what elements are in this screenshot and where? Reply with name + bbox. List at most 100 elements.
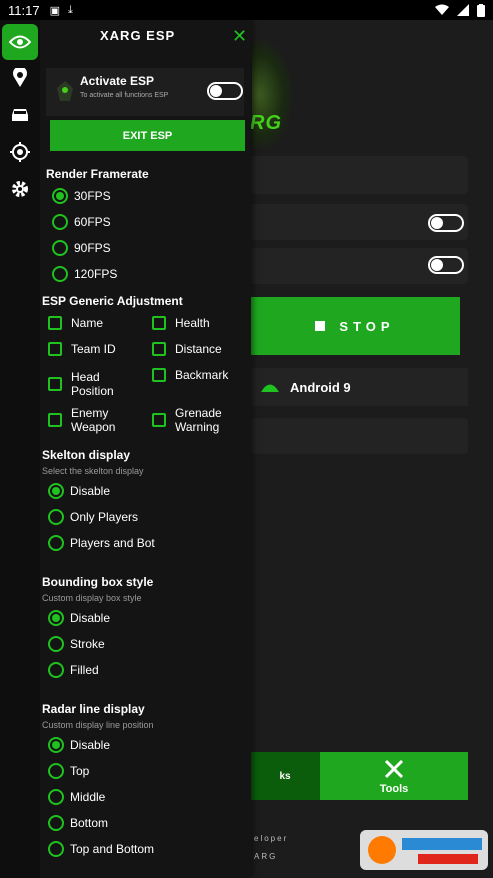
watermark-logo xyxy=(360,830,488,870)
bbox-option-filled[interactable]: Filled xyxy=(48,662,99,678)
radar-option-top-and-bottom[interactable]: Top and Bottom xyxy=(48,841,154,857)
checkbox-icon xyxy=(152,342,166,356)
option-label: Players and Bot xyxy=(70,536,155,550)
fps-option-120[interactable]: 120FPS xyxy=(52,266,117,282)
radar-option-middle[interactable]: Middle xyxy=(48,789,105,805)
rail-vehicle[interactable] xyxy=(2,97,38,133)
developer-label: eloper xyxy=(254,834,289,843)
signal-icon xyxy=(457,4,469,16)
background-toggle-2[interactable] xyxy=(428,256,464,274)
fps-option-90[interactable]: 90FPS xyxy=(52,240,111,256)
status-time: 11:17 xyxy=(8,2,40,18)
option-label: Top xyxy=(70,764,90,778)
checkbox-team-id[interactable]: Team ID xyxy=(48,342,116,356)
activate-card: Activate ESP To activate all functions E… xyxy=(46,68,244,116)
close-icon[interactable]: ✕ xyxy=(232,26,247,47)
checkbox-icon xyxy=(152,368,166,382)
radio-icon xyxy=(48,789,64,805)
checkbox-label: Team ID xyxy=(71,342,116,356)
wifi-icon xyxy=(435,4,449,15)
android-version-label: Android 9 xyxy=(290,379,351,395)
checkbox-label: Backmark xyxy=(175,368,229,382)
nav-tab-left-label: ks xyxy=(279,770,291,782)
generic-adjustment-title: ESP Generic Adjustment xyxy=(42,294,183,308)
stop-button[interactable]: STOP xyxy=(250,297,460,355)
esp-logo-icon xyxy=(57,81,73,101)
radar-line-subtitle: Custom display line position xyxy=(42,720,154,730)
radio-icon xyxy=(52,240,68,256)
stop-label: STOP xyxy=(339,318,395,334)
option-label: Top and Bottom xyxy=(70,842,155,856)
radio-icon xyxy=(52,188,68,204)
eye-icon xyxy=(9,35,31,49)
checkbox-grenade-warning[interactable]: Grenade Warning xyxy=(152,406,242,434)
esp-drawer: XARG ESP ✕ Activate ESP To activate all … xyxy=(40,20,251,878)
rail-aim[interactable] xyxy=(2,134,38,170)
skelton-display-subtitle: Select the skelton display xyxy=(42,466,144,476)
checkbox-head-position[interactable]: Head Position xyxy=(48,370,138,398)
checkbox-health[interactable]: Health xyxy=(152,316,210,330)
checkbox-icon xyxy=(48,413,62,427)
bounding-box-title: Bounding box style xyxy=(42,575,154,589)
radio-icon xyxy=(48,841,64,857)
checkbox-label: Head Position xyxy=(71,370,114,398)
checkbox-enemy-weapon[interactable]: Enemy Weapon xyxy=(48,406,138,434)
radio-icon xyxy=(48,483,64,499)
checkbox-icon xyxy=(48,377,62,391)
checkbox-icon xyxy=(152,316,166,330)
stop-icon xyxy=(315,321,326,331)
checkbox-label: Enemy Weapon xyxy=(71,406,116,434)
side-rail xyxy=(0,20,40,878)
rail-settings[interactable] xyxy=(2,171,38,207)
download-notification-icon: ⤓ xyxy=(67,3,73,16)
status-bar: 11:17 ▣ ⤓ xyxy=(0,0,493,20)
skelton-option-only-players[interactable]: Only Players xyxy=(48,509,138,525)
radio-icon xyxy=(48,737,64,753)
empty-card xyxy=(250,418,468,454)
radio-icon xyxy=(48,636,64,652)
option-label: Filled xyxy=(70,663,99,677)
tools-icon xyxy=(384,759,404,778)
developer-name: ARG xyxy=(254,852,278,861)
crosshair-icon xyxy=(10,142,30,162)
checkbox-icon xyxy=(152,413,166,427)
option-label: Only Players xyxy=(70,510,139,524)
checkbox-name[interactable]: Name xyxy=(48,316,103,330)
rail-location[interactable] xyxy=(2,60,38,96)
option-label: Disable xyxy=(70,484,111,498)
checkbox-backmark[interactable]: Backmark xyxy=(152,368,228,382)
radar-option-bottom[interactable]: Bottom xyxy=(48,815,108,831)
checkbox-label: Health xyxy=(175,316,210,330)
activate-toggle[interactable] xyxy=(207,82,243,100)
nav-tab-left[interactable]: ks xyxy=(250,752,320,800)
android-version-row: Android 9 xyxy=(250,368,468,406)
bbox-option-stroke[interactable]: Stroke xyxy=(48,636,105,652)
exit-esp-button[interactable]: EXIT ESP xyxy=(50,120,245,151)
radio-icon xyxy=(48,610,64,626)
fps-option-30[interactable]: 30FPS xyxy=(52,188,111,204)
radar-option-top[interactable]: Top xyxy=(48,763,89,779)
nav-tab-tools[interactable]: Tools xyxy=(320,752,468,800)
radio-icon xyxy=(48,509,64,525)
option-label: Middle xyxy=(70,790,106,804)
background-toggle-1[interactable] xyxy=(428,214,464,232)
bbox-option-disable[interactable]: Disable xyxy=(48,610,110,626)
car-icon xyxy=(12,109,28,121)
option-label: Stroke xyxy=(70,637,105,651)
bottom-nav: ks Tools xyxy=(250,752,468,800)
android-icon xyxy=(261,384,279,392)
checkbox-icon xyxy=(48,316,62,330)
radio-icon xyxy=(48,662,64,678)
checkbox-distance[interactable]: Distance xyxy=(152,342,222,356)
rail-esp[interactable] xyxy=(2,24,38,60)
radar-option-disable[interactable]: Disable xyxy=(48,737,110,753)
location-pin-icon xyxy=(13,68,27,87)
radio-icon xyxy=(52,214,68,230)
radio-icon xyxy=(48,815,64,831)
skelton-option-players-and-bot[interactable]: Players and Bot xyxy=(48,535,155,551)
fps-option-60[interactable]: 60FPS xyxy=(52,214,111,230)
fps-label: 30FPS xyxy=(74,189,111,203)
image-notification-icon: ▣ xyxy=(49,4,60,17)
skelton-option-disable[interactable]: Disable xyxy=(48,483,110,499)
app-logo-text: RG xyxy=(250,112,282,134)
